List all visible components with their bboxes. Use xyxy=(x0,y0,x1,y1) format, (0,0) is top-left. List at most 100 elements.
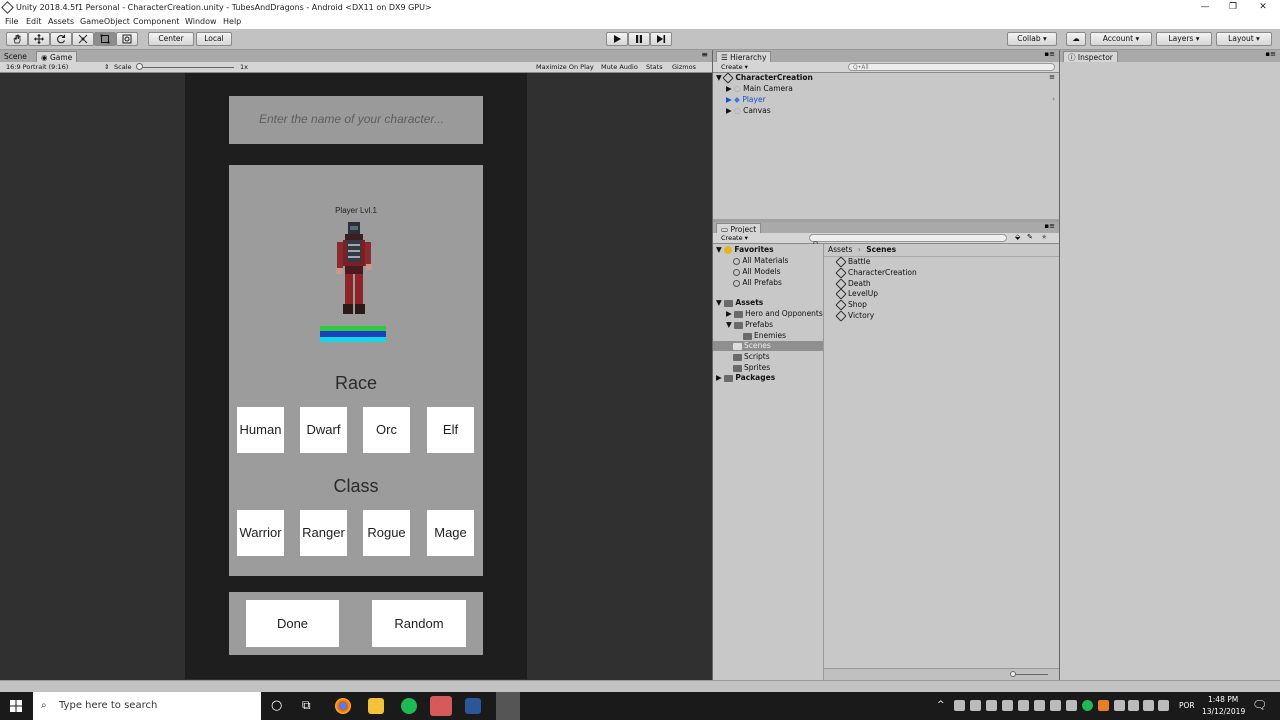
close-icon[interactable]: ✕ xyxy=(1248,0,1278,15)
favorite-all-models[interactable]: All Models xyxy=(733,267,781,277)
menu-window[interactable]: Window xyxy=(185,15,217,29)
breadcrumb-scenes[interactable]: Scenes xyxy=(866,245,896,254)
class-rogue-button[interactable]: Rogue xyxy=(363,510,410,556)
volume-icon[interactable] xyxy=(1158,700,1169,711)
hierarchy-search-input[interactable]: Q•All xyxy=(848,63,1055,71)
layout-dropdown[interactable]: Layout ▾ xyxy=(1216,32,1272,46)
done-button[interactable]: Done xyxy=(246,600,339,647)
windows-start-icon[interactable] xyxy=(10,700,22,712)
language-indicator[interactable]: POR xyxy=(1179,701,1195,710)
breadcrumb-assets[interactable]: Assets xyxy=(828,245,852,254)
hierarchy-item-canvas[interactable]: ▶ ◌ Canvas xyxy=(726,106,771,116)
assets-root[interactable]: ▼ Assets xyxy=(716,298,763,308)
word-icon[interactable] xyxy=(465,698,481,714)
filter-label-icon[interactable]: ✎ xyxy=(1027,233,1033,241)
cloud-tray-icon[interactable] xyxy=(970,700,981,711)
tab-scene[interactable]: Scene xyxy=(0,51,31,62)
gizmos-dropdown[interactable]: Gizmos xyxy=(672,62,696,72)
scene-file-charactercreation[interactable]: CharacterCreation xyxy=(835,267,917,279)
icon-size-slider[interactable] xyxy=(1012,674,1048,675)
panel-menu-icon[interactable]: ▪≡ xyxy=(1044,222,1055,230)
packages-root[interactable]: ▶ Packages xyxy=(716,373,775,383)
account-dropdown[interactable]: Account ▾ xyxy=(1090,32,1152,46)
menu-help[interactable]: Help xyxy=(223,15,241,29)
chrome-icon[interactable] xyxy=(335,698,351,714)
filter-type-icon[interactable]: ⬙ xyxy=(1015,233,1020,241)
clock-date[interactable]: 13/12/2019 xyxy=(1202,707,1245,716)
favorite-all-prefabs[interactable]: All Prefabs xyxy=(733,278,782,288)
scene-file-victory[interactable]: Victory xyxy=(835,310,874,322)
scene-file-death[interactable]: Death xyxy=(835,278,871,290)
menu-assets[interactable]: Assets xyxy=(48,15,74,29)
taskbar-search-input[interactable]: ⌕ Type here to search xyxy=(33,692,261,720)
panel-menu-icon[interactable]: ▪≡ xyxy=(1044,50,1055,58)
hierarchy-create-dropdown[interactable]: Create ▾ xyxy=(721,63,748,71)
minimize-icon[interactable]: — xyxy=(1190,0,1220,15)
notification-icon[interactable]: 🗨 xyxy=(1252,698,1267,712)
rotate-icon[interactable] xyxy=(50,32,72,46)
step-button[interactable] xyxy=(650,32,672,46)
tray-icon[interactable] xyxy=(1034,700,1045,711)
spotify-icon[interactable] xyxy=(401,698,417,714)
menu-file[interactable]: File xyxy=(5,15,18,29)
class-warrior-button[interactable]: Warrior xyxy=(237,510,284,556)
aspect-dropdown[interactable]: 16:9 Portrait (9:16) xyxy=(6,62,68,72)
tab-game[interactable]: ◉ Game xyxy=(36,51,78,62)
hand-icon[interactable] xyxy=(6,32,28,46)
icon-size-slider-thumb[interactable] xyxy=(1010,671,1016,677)
stats-toggle[interactable]: Stats xyxy=(646,62,663,72)
tab-inspector[interactable]: ⓘ Inspector xyxy=(1063,51,1118,62)
unity-taskbar-icon[interactable] xyxy=(496,692,520,720)
cloud-button[interactable]: ☁ xyxy=(1066,32,1086,46)
onedrive-icon[interactable] xyxy=(986,700,997,711)
menu-component[interactable]: Component xyxy=(133,15,179,29)
race-elf-button[interactable]: Elf xyxy=(427,407,474,453)
class-mage-button[interactable]: Mage xyxy=(427,510,474,556)
move-icon[interactable] xyxy=(28,32,50,46)
chevron-right-icon[interactable]: › xyxy=(1052,95,1055,103)
wifi-icon[interactable] xyxy=(1143,700,1154,711)
menu-gameobject[interactable]: GameObject xyxy=(80,15,130,29)
folder-enemies[interactable]: Enemies xyxy=(743,331,786,341)
pivot-local-button[interactable]: Local xyxy=(196,32,232,46)
project-search-input[interactable] xyxy=(809,234,1007,246)
folder-prefabs[interactable]: ▼ Prefabs xyxy=(726,320,773,330)
scene-file-levelup[interactable]: LevelUp xyxy=(835,288,878,300)
app-icon[interactable] xyxy=(430,696,452,716)
favorite-all-materials[interactable]: All Materials xyxy=(733,256,788,266)
scene-file-battle[interactable]: Battle xyxy=(835,256,870,268)
favorite-star-icon[interactable]: ★ xyxy=(1041,233,1047,241)
folder-scripts[interactable]: Scripts xyxy=(733,352,770,362)
scene-root[interactable]: ▼ CharacterCreation xyxy=(716,72,813,84)
aspect-dropdown-arrow-icon[interactable]: ⇕ xyxy=(104,62,109,72)
spotify-tray-icon[interactable] xyxy=(1082,700,1093,711)
mute-audio-toggle[interactable]: Mute Audio xyxy=(601,62,638,72)
rect-icon[interactable] xyxy=(94,32,116,46)
maximize-on-play-toggle[interactable]: Maximize On Play xyxy=(536,62,594,72)
transform-icon[interactable] xyxy=(116,32,138,46)
pivot-center-button[interactable]: Center xyxy=(148,32,194,46)
pause-button[interactable] xyxy=(628,32,650,46)
clock-time[interactable]: 1:48 PM xyxy=(1208,695,1238,704)
class-ranger-button[interactable]: Ranger xyxy=(300,510,347,556)
cortana-icon[interactable]: ○ xyxy=(271,698,282,713)
tray-icon[interactable] xyxy=(1002,700,1013,711)
tray-icon[interactable] xyxy=(1098,700,1109,711)
race-human-button[interactable]: Human xyxy=(237,407,284,453)
hierarchy-item-main-camera[interactable]: ▶ ◌ Main Camera xyxy=(726,84,793,94)
scale-slider-thumb[interactable] xyxy=(136,63,143,70)
folder-scenes[interactable]: Scenes xyxy=(713,341,823,351)
panel-menu-icon[interactable]: ▪≡ xyxy=(1265,50,1276,58)
file-explorer-icon[interactable] xyxy=(368,698,384,714)
tray-icon[interactable] xyxy=(1066,700,1077,711)
tray-icon[interactable] xyxy=(1114,700,1125,711)
random-button[interactable]: Random xyxy=(372,600,466,647)
project-create-dropdown[interactable]: Create ▾ xyxy=(721,234,748,242)
race-orc-button[interactable]: Orc xyxy=(363,407,410,453)
tray-icon[interactable] xyxy=(954,700,965,711)
collab-button[interactable]: Collab ▾ xyxy=(1007,32,1057,46)
folder-sprites[interactable]: Sprites xyxy=(733,363,770,373)
tray-icon[interactable] xyxy=(1050,700,1061,711)
scale-slider-track[interactable] xyxy=(138,67,234,68)
folder-hero-and-opponents[interactable]: ▶ Hero and Opponents xyxy=(726,309,823,319)
